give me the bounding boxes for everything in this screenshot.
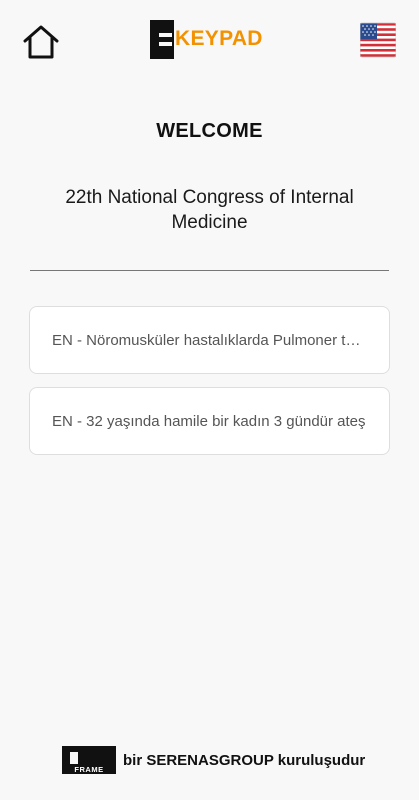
us-flag-icon <box>359 22 397 58</box>
session-item[interactable]: EN - 32 yaşında hamile bir kadın 3 gündü… <box>29 387 390 455</box>
frame-logo: FRAME <box>62 746 116 774</box>
app-header: KEYPAD <box>0 0 419 80</box>
session-label: EN - Nöromusküler hastalıklarda Pulmoner… <box>52 331 367 349</box>
logo-mark <box>150 20 174 59</box>
logo-text: KEYPAD <box>175 27 263 50</box>
session-label: EN - 32 yaşında hamile bir kadın 3 gündü… <box>52 412 366 430</box>
footer: FRAME bir SERENASGROUP kuruluşudur <box>62 746 366 776</box>
keypad-logo: KEYPAD <box>150 20 280 60</box>
home-icon <box>23 25 59 59</box>
welcome-heading: WELCOME <box>156 120 263 142</box>
frame-logo-text: FRAME <box>74 765 103 774</box>
footer-text: bir SERENASGROUP kuruluşudur <box>123 752 366 769</box>
divider <box>30 270 389 271</box>
session-list: EN - Nöromusküler hastalıklarda Pulmoner… <box>29 306 390 468</box>
home-button[interactable] <box>22 24 60 60</box>
session-item[interactable]: EN - Nöromusküler hastalıklarda Pulmoner… <box>29 306 390 374</box>
language-button[interactable] <box>359 22 397 58</box>
event-title: 22th National Congress of Internal Medic… <box>65 187 354 233</box>
